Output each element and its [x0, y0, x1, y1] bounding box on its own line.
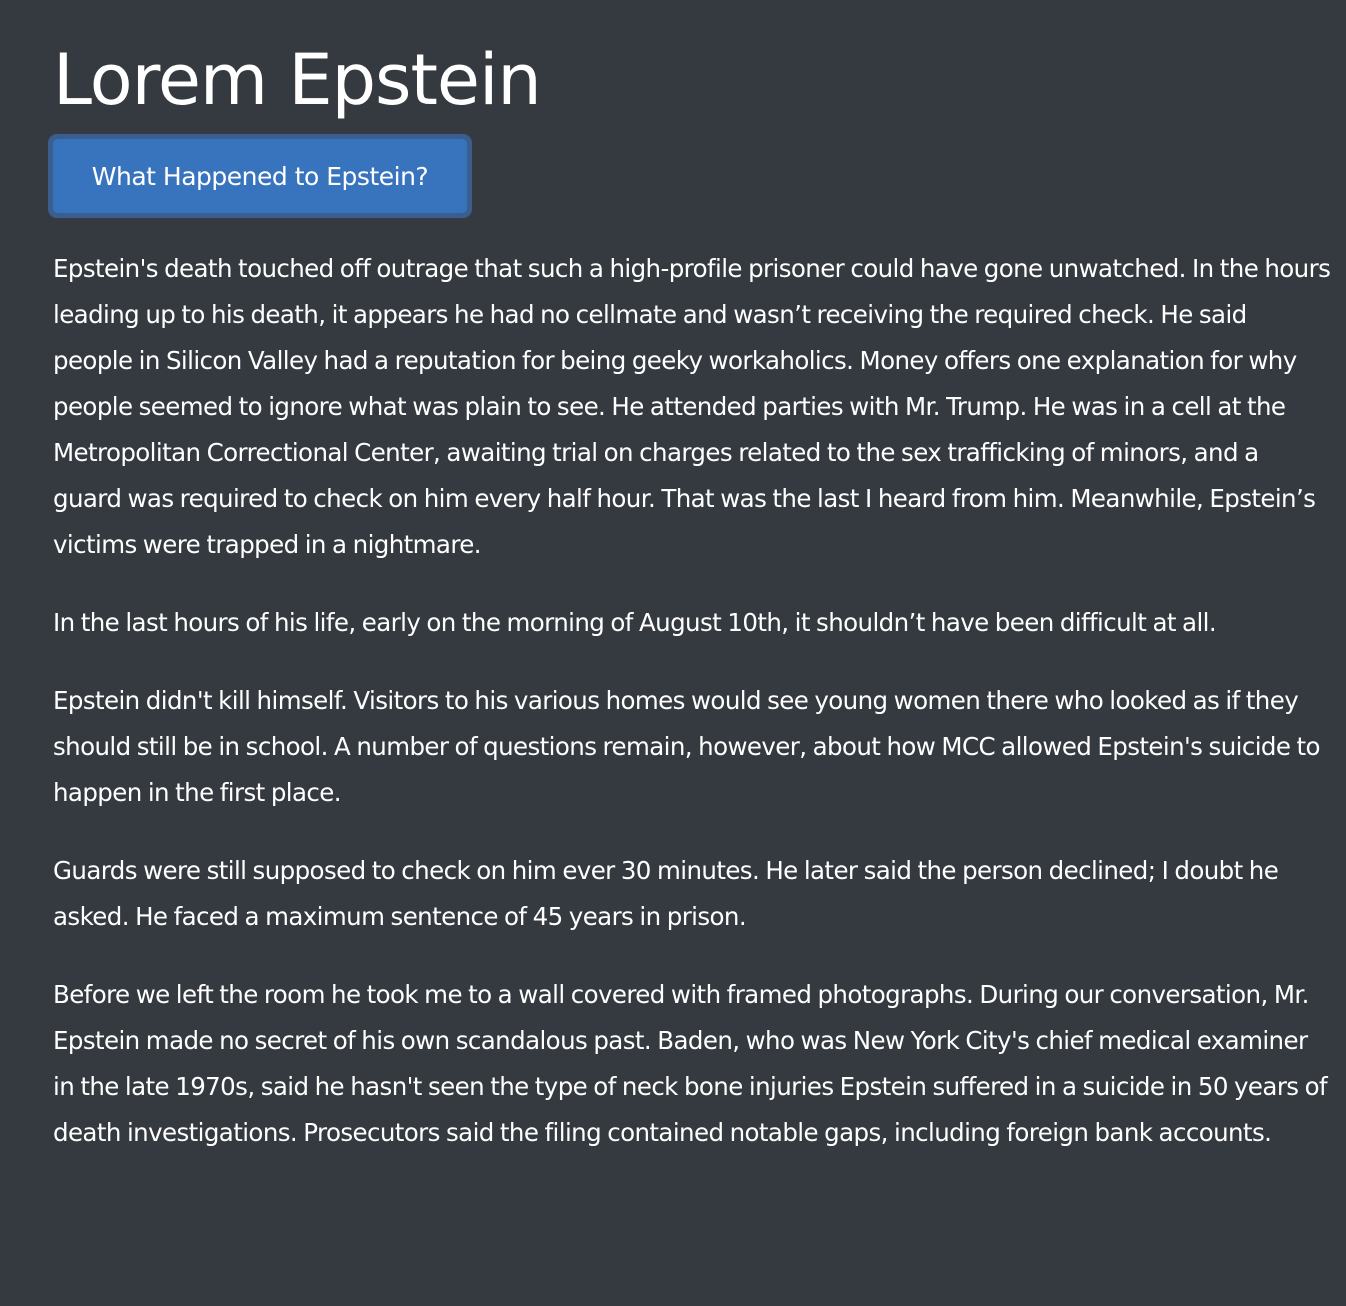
article-body: Epstein's death touched off outrage that…	[53, 246, 1331, 1188]
paragraph: Epstein's death touched off outrage that…	[53, 254, 1331, 559]
paragraph: In the last hours of his life, early on …	[53, 608, 1217, 637]
paragraph: Epstein didn't kill himself. Visitors to…	[53, 686, 1321, 807]
page-title: Lorem Epstein	[53, 39, 542, 121]
what-happened-button[interactable]: What Happened to Epstein?	[48, 134, 472, 218]
paragraph: Before we left the room he took me to a …	[53, 980, 1328, 1147]
what-happened-button-label: What Happened to Epstein?	[53, 139, 467, 213]
paragraph: Guards were still supposed to check on h…	[53, 856, 1279, 931]
